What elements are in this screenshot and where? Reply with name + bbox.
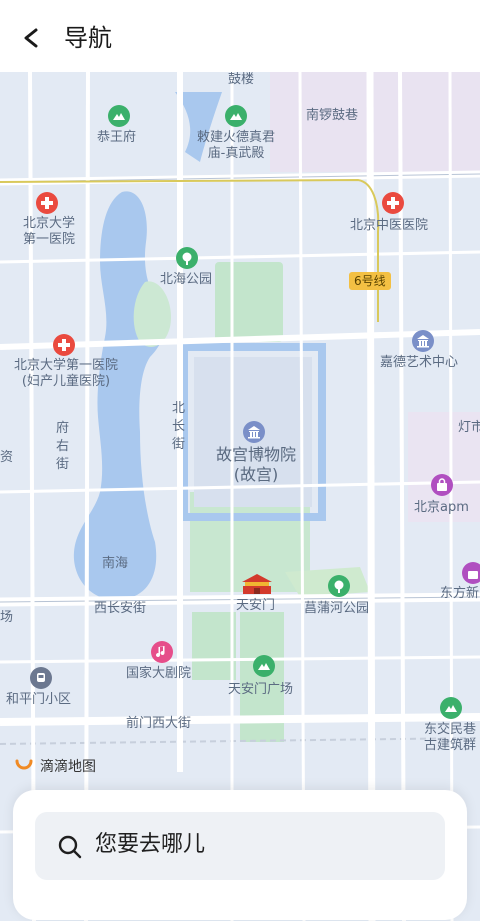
map-label: 鼓楼 — [228, 72, 255, 87]
map-label: 天安门广场 — [228, 682, 294, 697]
chevron-left-icon — [24, 28, 38, 48]
search-bar[interactable]: 您要去哪儿 — [35, 812, 445, 880]
park-icon[interactable] — [225, 105, 247, 127]
map-label: 北海公园 — [160, 272, 213, 287]
map-label: 天安门 — [236, 598, 276, 613]
museum-icon[interactable] — [412, 330, 434, 352]
metro-icon[interactable] — [30, 667, 52, 689]
bottom-sheet: 您要去哪儿 — [13, 790, 467, 920]
header-bar: 导航 — [0, 0, 480, 72]
map-label: 恭王府 — [97, 130, 137, 145]
map-label: 东交民巷古建筑群 — [423, 722, 476, 753]
map-label: 菖蒲河公园 — [304, 601, 370, 616]
park-icon[interactable] — [328, 575, 350, 597]
map-label: 北京大学第一医院(妇产儿童医院) — [13, 358, 118, 389]
back-button[interactable] — [14, 20, 50, 56]
park-icon[interactable] — [108, 105, 130, 127]
search-icon — [58, 835, 82, 859]
search-placeholder: 您要去哪儿 — [95, 832, 206, 857]
metro-line-badge[interactable]: 6号线 — [349, 272, 391, 290]
map-label: 嘉德艺术中心 — [380, 355, 459, 370]
didi-logo-icon — [15, 759, 33, 770]
map-label: 灯市 — [458, 420, 480, 435]
theater-icon[interactable] — [151, 641, 173, 663]
didi-brand-text: 滴滴地图 — [40, 759, 96, 775]
shopping-icon[interactable] — [431, 474, 453, 496]
hospital-icon[interactable] — [53, 334, 75, 356]
map-label: 南锣鼓巷 — [306, 108, 359, 123]
map-label: 北京中医医院 — [350, 218, 429, 233]
map-label: 西长安街 — [94, 601, 147, 616]
map-label: 敕建火德真君庙-真武殿 — [196, 130, 275, 161]
map-label: 北长街 — [172, 401, 186, 452]
park-icon[interactable] — [440, 697, 462, 719]
map-label: 前门西大街 — [126, 716, 192, 731]
map-label: 东方新 — [440, 586, 480, 601]
map-label: 北京大学第一医院 — [22, 216, 75, 247]
map-label: 和平门小区 — [6, 692, 72, 707]
page-title: 导航 — [64, 24, 112, 52]
hospital-icon[interactable] — [382, 192, 404, 214]
park-icon[interactable] — [253, 655, 275, 677]
hospital-icon[interactable] — [36, 192, 58, 214]
map-label: 场 — [0, 610, 14, 625]
map-label: 故宫博物院(故宫) — [215, 445, 296, 484]
shopping-icon[interactable] — [462, 562, 480, 584]
map-label: 北京apm — [414, 500, 469, 515]
map-label: 资 — [0, 450, 14, 465]
map-label: 南海 — [102, 556, 129, 571]
museum-icon[interactable] — [243, 421, 265, 443]
map-label: 国家大剧院 — [126, 666, 192, 681]
map-label: 府右街 — [56, 421, 70, 472]
tiananmen-landmark-icon[interactable] — [240, 572, 274, 596]
park-icon[interactable] — [176, 247, 198, 269]
